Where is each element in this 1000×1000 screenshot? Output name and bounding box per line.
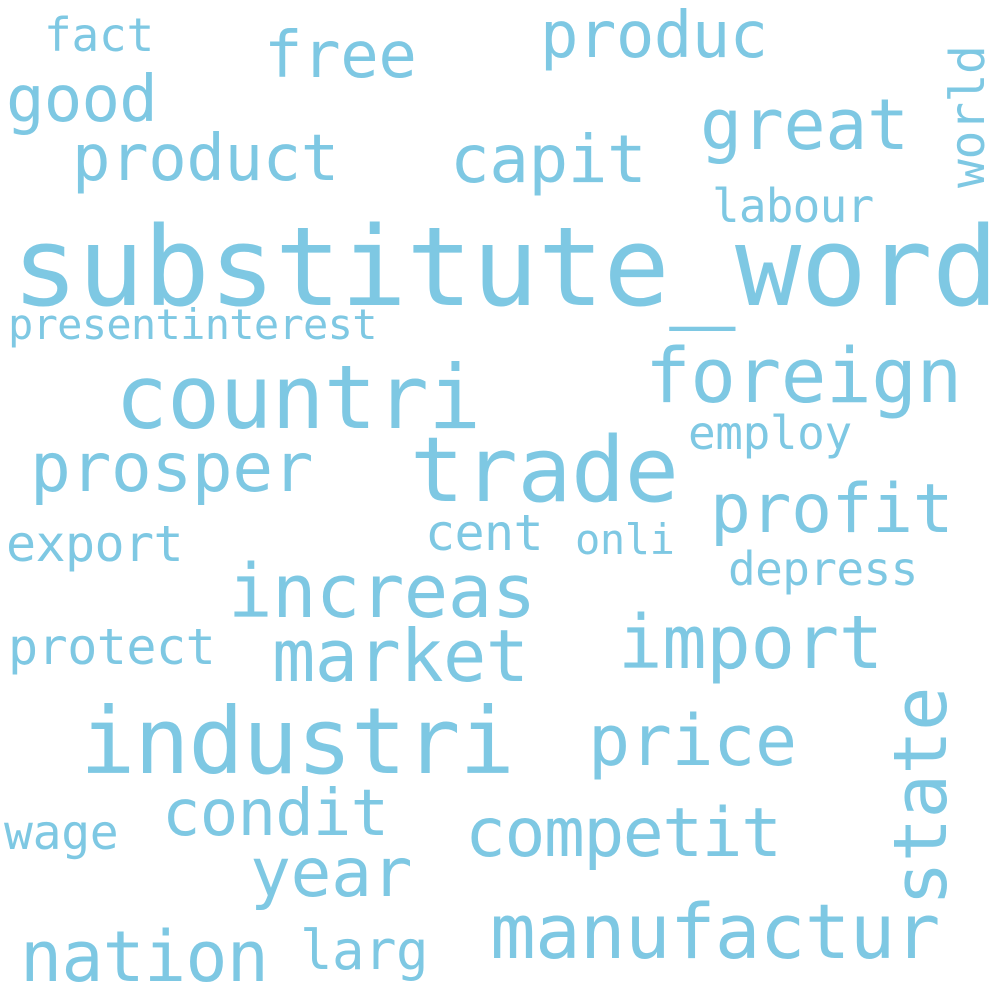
word-depress: depress xyxy=(728,542,918,596)
word-export: export xyxy=(6,515,184,573)
word-larg: larg xyxy=(300,919,429,982)
word-presentinterest: presentinterest xyxy=(8,300,377,349)
word-cloud: substitute_word countri trade industri f… xyxy=(0,0,1000,1000)
word-prosper: prosper xyxy=(30,429,314,508)
word-condit: condit xyxy=(162,777,389,851)
word-wage: wage xyxy=(4,805,119,861)
word-world: world xyxy=(940,45,996,189)
word-manufactur: manufactur xyxy=(490,887,940,976)
word-trade: trade xyxy=(410,418,679,523)
word-free: free xyxy=(264,19,417,93)
word-foreign: foreign xyxy=(645,331,962,420)
word-onli: onli xyxy=(575,515,675,564)
word-nation: nation xyxy=(20,916,269,998)
word-fact: fact xyxy=(44,8,154,62)
word-great: great xyxy=(700,84,909,166)
word-state: state xyxy=(878,687,964,906)
word-import: import xyxy=(618,600,883,686)
word-capit: capit xyxy=(450,121,647,198)
word-market: market xyxy=(272,614,529,698)
word-cent: cent xyxy=(425,504,544,562)
word-good: good xyxy=(6,63,158,137)
word-protect: protect xyxy=(8,618,216,676)
word-profit: profit xyxy=(710,470,954,549)
word-competit: competit xyxy=(465,794,782,873)
word-employ: employ xyxy=(688,406,852,460)
word-price: price xyxy=(588,700,797,782)
word-labour: labour xyxy=(712,179,874,233)
word-produc: produc xyxy=(540,0,768,73)
word-industri: industri xyxy=(80,688,515,795)
